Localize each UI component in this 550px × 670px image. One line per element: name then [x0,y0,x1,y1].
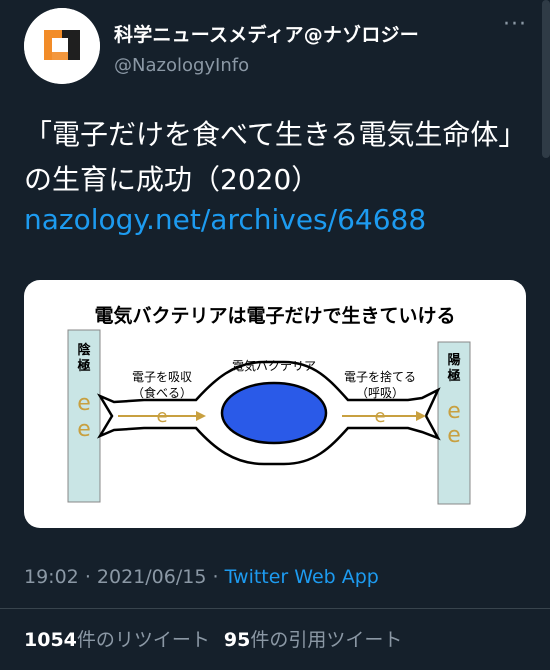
tweet-media-image[interactable]: 電気バクテリアは電子だけで生きていける 陰 極 陽 極 e e e e e e … [24,280,526,528]
user-handle[interactable]: @NazologyInfo [114,55,419,76]
anode-label-2: 極 [446,368,460,384]
tweet-meta: 19:02 · 2021/06/15 · Twitter Web App [24,566,379,588]
anode-label-1: 陽 [447,352,460,368]
diagram-title: 電気バクテリアは電子だけで生きていける [94,304,455,327]
tweet-source[interactable]: Twitter Web App [225,566,379,588]
release-label: 電子を捨てる [344,369,416,384]
display-name[interactable]: 科学ニュースメディア@ナゾロジー [114,20,419,47]
electron-cathode-1: e [77,391,91,416]
divider [0,608,550,609]
meta-separator: · [212,566,219,588]
cathode-label-2: 極 [76,358,90,374]
quotes-count: 95 [223,629,251,651]
quotes-label: 件の引用ツイート [250,629,403,651]
tweet-text: 「電子だけを食べて生きる電気生命体」の生育に成功（2020） [24,118,513,196]
electron-anode-2: e [447,423,461,448]
scrollbar[interactable] [542,0,550,158]
retweets-count: 1054 [24,629,77,651]
retweets-stat[interactable]: 1054件のリツイート [24,629,210,651]
tweet-date[interactable]: 2021/06/15 [97,566,207,588]
more-options-icon[interactable]: ··· [500,14,530,38]
diagram-image: 電気バクテリアは電子だけで生きていける 陰 極 陽 極 e e e e e e … [67,304,471,505]
release-sub-label: （呼吸） [356,386,404,400]
bacteria-label: 電気バクテリア [232,358,316,373]
electron-release: e [374,406,385,427]
intake-label: 電子を吸収 [132,370,192,384]
avatar[interactable] [24,8,100,84]
retweets-label: 件のリツイート [76,629,210,651]
electron-intake: e [156,406,167,427]
electron-cathode-2: e [77,417,91,442]
tweet-header: 科学ニュースメディア@ナゾロジー @NazologyInfo ··· [24,8,534,84]
tweet-link[interactable]: nazology.net/archives/64688 [24,203,426,236]
meta-separator: · [84,566,91,588]
quotes-stat[interactable]: 95件の引用ツイート [224,629,402,651]
tweet-stats: 1054件のリツイート 95件の引用ツイート [24,625,402,652]
bacteria-cell [220,381,328,445]
intake-sub-label: （食べる） [132,385,192,400]
nazology-logo-icon [24,8,100,84]
electron-anode-1: e [447,399,461,424]
cathode-label-1: 陰 [77,342,91,358]
tweet-time[interactable]: 19:02 [24,566,79,588]
